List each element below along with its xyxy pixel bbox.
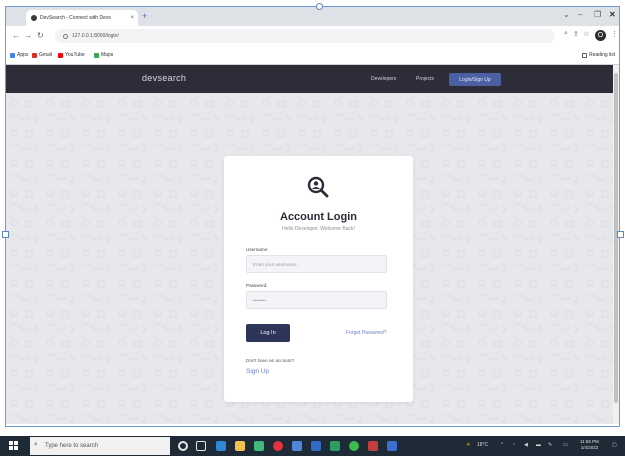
volume-icon[interactable]: ◀ [524, 442, 528, 448]
page-scrollbar[interactable] [613, 65, 619, 424]
login-title: Account Login [280, 211, 357, 223]
weather-icon[interactable]: ☀ [466, 442, 470, 448]
star-icon[interactable]: ☆ [583, 30, 589, 38]
opera-icon[interactable] [273, 441, 283, 451]
username-placeholder: Enter your username... [253, 261, 300, 267]
profile-avatar[interactable]: O [595, 30, 606, 41]
username-input[interactable]: Enter your username... [246, 255, 387, 273]
network-icon[interactable]: ◔ [512, 442, 515, 448]
zoom-icon[interactable]: ⌕ [564, 30, 568, 38]
close-icon[interactable]: ✕ [609, 10, 616, 19]
password-input[interactable]: •••••••• [246, 291, 387, 309]
file-explorer-icon[interactable] [235, 441, 245, 451]
login-card: Account Login Hello Developer, Welcome B… [224, 156, 413, 402]
site-info-icon[interactable] [63, 33, 68, 39]
taskbar-search-placeholder: Type here to search [45, 443, 99, 449]
reload-icon[interactable]: ↻ [37, 31, 44, 40]
reading-list-icon [582, 52, 587, 58]
tab-close-icon[interactable]: × [130, 15, 134, 21]
taskbar: ⌕ Type here to search ☀ 18°C ⌃ ◔ ◀ ▬ ✎ ▭… [0, 436, 625, 456]
app-icon[interactable] [292, 441, 302, 451]
minimize-icon[interactable]: – [578, 10, 582, 19]
chevron-down-icon[interactable]: ⌄ [563, 10, 570, 19]
maximize-icon[interactable]: ❐ [594, 10, 601, 19]
login-button[interactable]: Log In [246, 324, 290, 342]
tab-title: DevSearch - Connect with Devs [40, 15, 111, 21]
taskbar-clock[interactable]: 11:55 PM 1/4/2022 [580, 439, 599, 451]
back-icon[interactable]: ← [12, 31, 20, 40]
browser-chrome: DevSearch - Connect with Devs × + ⌄ – ❐ … [6, 7, 619, 65]
bookmark-apps[interactable]: Apps [10, 52, 28, 58]
username-label: Username: [246, 247, 269, 252]
url-text: 127.0.0.1:8000/login/ [72, 33, 119, 39]
bookmark-label: Apps [17, 52, 29, 58]
bookmarks-bar: Apps Gmail YouTube Maps Reading list [6, 46, 619, 65]
address-input[interactable]: 127.0.0.1:8000/login/ [55, 29, 555, 43]
apps-icon [10, 52, 15, 58]
bookmark-youtube[interactable]: YouTube [58, 52, 85, 58]
browser-tab[interactable]: DevSearch - Connect with Devs × [26, 10, 138, 26]
resize-handle-top[interactable] [316, 3, 323, 10]
youtube-icon [58, 52, 63, 58]
tray-arrow-icon[interactable]: ⌃ [500, 442, 504, 448]
chrome-icon[interactable] [349, 441, 359, 451]
weather-text[interactable]: 18°C [477, 442, 488, 448]
pycharm-icon[interactable] [254, 441, 264, 451]
no-account-text: Don't have an account? [246, 358, 295, 363]
clock-date: 1/4/2022 [580, 445, 599, 450]
forward-icon[interactable]: → [24, 31, 32, 40]
maps-icon [94, 52, 99, 58]
site-logo[interactable]: devsearch [142, 73, 186, 83]
tab-favicon-icon [31, 15, 37, 21]
app-icon[interactable] [311, 441, 321, 451]
login-subtitle: Hello Developer, Welcome Back! [282, 226, 355, 232]
battery-icon[interactable]: ▬ [536, 442, 541, 448]
app-icon[interactable] [387, 441, 397, 451]
tab-bar: DevSearch - Connect with Devs × + ⌄ – ❐ … [6, 7, 619, 26]
forgot-password-link[interactable]: Forget Password? [346, 330, 387, 336]
login-signup-button[interactable]: Login/Sign Up [449, 73, 501, 86]
task-view-icon[interactable] [196, 441, 206, 451]
pen-icon[interactable]: ✎ [548, 442, 552, 448]
menu-icon[interactable]: ⋮ [611, 30, 618, 38]
vscode-icon[interactable] [216, 441, 226, 451]
bookmark-maps[interactable]: Maps [94, 52, 113, 58]
bookmark-label: Gmail [39, 52, 53, 58]
search-logo-icon [307, 176, 329, 198]
app-icon[interactable] [368, 441, 378, 451]
password-value: •••••••• [253, 297, 266, 303]
resize-handle-left[interactable] [2, 231, 9, 238]
signup-link[interactable]: Sign Up [246, 368, 269, 375]
taskbar-search-input[interactable]: ⌕ Type here to search [30, 437, 170, 455]
nav-link-developers[interactable]: Developers [371, 76, 396, 82]
web-page: devsearch Developers Projects Login/Sign… [6, 65, 613, 424]
new-tab-button[interactable]: + [142, 11, 147, 21]
share-icon[interactable]: ⇪ [573, 30, 579, 38]
scrollbar-thumb[interactable] [614, 73, 618, 403]
bookmark-label: YouTube [65, 52, 85, 58]
address-bar-row: ← → ↻ 127.0.0.1:8000/login/ ⌕ ⇪ ☆ O ⋮ [6, 26, 619, 46]
nav-link-projects[interactable]: Projects [416, 76, 434, 82]
password-label: Password: [246, 283, 268, 288]
resize-handle-right[interactable] [617, 231, 624, 238]
keyboard-icon[interactable]: ▭ [563, 442, 568, 448]
bookmark-gmail[interactable]: Gmail [32, 52, 52, 58]
notification-icon[interactable]: ▢ [612, 442, 617, 448]
site-navbar: devsearch Developers Projects Login/Sign… [6, 65, 613, 93]
bookmark-label: Maps [101, 52, 114, 58]
search-icon: ⌕ [34, 441, 38, 448]
reading-list-label: Reading list [589, 52, 616, 58]
reading-list[interactable]: Reading list [582, 52, 615, 58]
windows-start-icon[interactable] [9, 441, 19, 451]
app-icon[interactable] [330, 441, 340, 451]
gmail-icon [32, 52, 37, 58]
cortana-icon[interactable] [178, 441, 188, 451]
